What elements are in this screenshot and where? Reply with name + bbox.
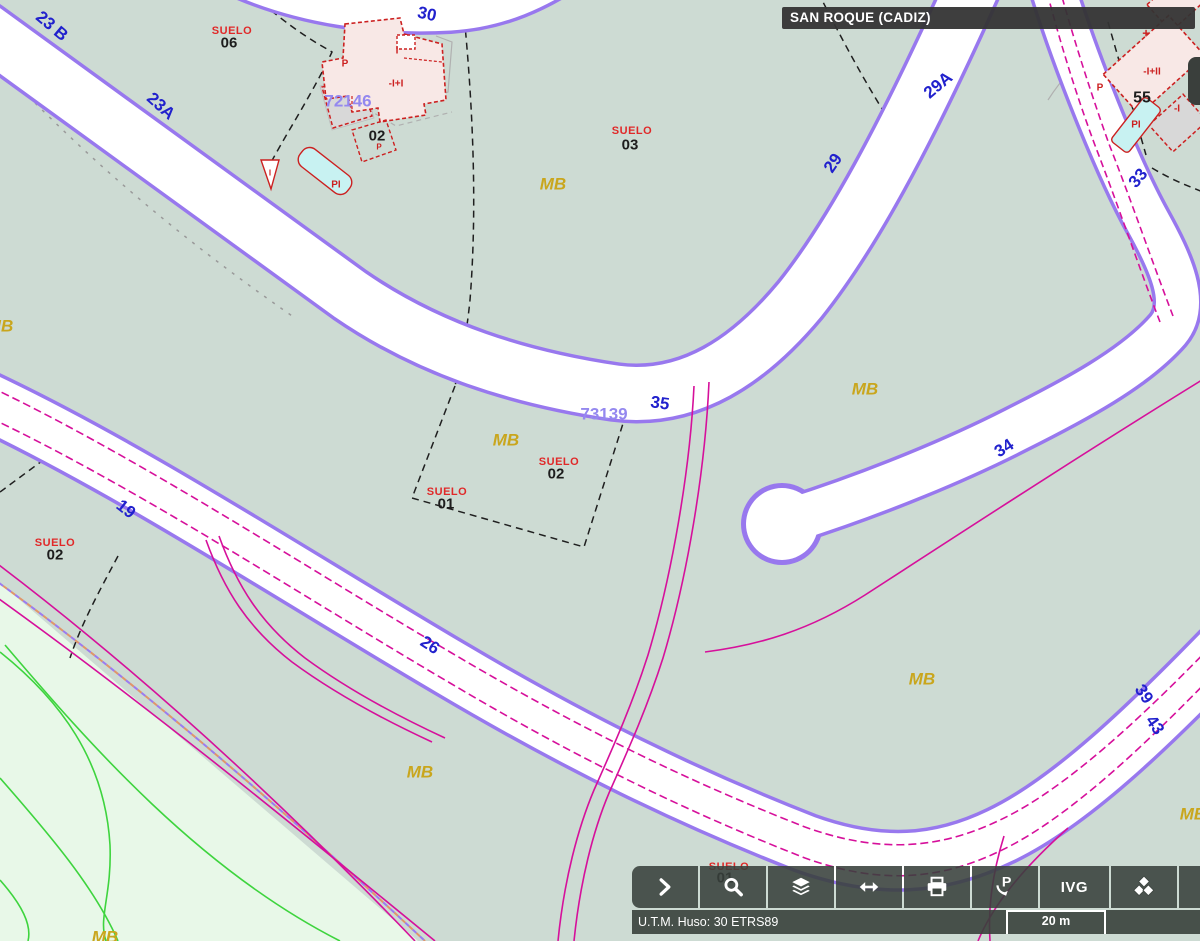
map-label-73139: 73139	[580, 405, 627, 424]
expand-tools-button[interactable]	[632, 866, 698, 908]
map-label-02: 02	[548, 466, 565, 483]
ivg-label: IVG	[1061, 879, 1088, 896]
map-label-suelo: SUELO	[612, 125, 652, 137]
svg-text:P: P	[1002, 875, 1011, 890]
map-label-55: 55	[1133, 90, 1151, 107]
parcel-query-button[interactable]: P	[972, 866, 1038, 908]
map-label-mb: MB	[0, 317, 13, 336]
map-label-mb: MB	[407, 763, 433, 782]
map-canvas[interactable]: 23 B23A30SUELO06PI-I+I7214602PIPISUELO03…	[0, 0, 1200, 941]
map-label-06: 06	[221, 35, 238, 52]
map-label--i-ii: -I+II	[1143, 67, 1161, 78]
3d-cartography-button[interactable]	[1111, 866, 1177, 908]
layers-button[interactable]	[768, 866, 834, 908]
map-label-35: 35	[649, 392, 670, 413]
map-label-mb: MB	[92, 928, 118, 941]
map-label-03: 03	[622, 137, 639, 154]
map-label-mb: MB	[540, 175, 566, 194]
map-label-01: 01	[438, 496, 455, 513]
print-button[interactable]	[904, 866, 970, 908]
map-label-p: P	[1097, 83, 1104, 94]
layers-icon	[789, 875, 813, 899]
map-toolbar: P IVG	[632, 866, 1200, 908]
map-label-mb: MB	[493, 431, 519, 450]
map-label-pi: PI	[331, 180, 341, 191]
map-label-p: P	[342, 59, 349, 70]
toolbar-overflow-button[interactable]	[1179, 866, 1200, 908]
chevron-right-icon	[653, 875, 677, 899]
building-notch	[397, 35, 415, 49]
map-label-mb: MB	[852, 380, 878, 399]
municipality-title: SAN ROQUE (CADIZ)	[790, 10, 931, 25]
cubes-icon	[1132, 875, 1156, 899]
parcel-pointer-icon: P	[993, 875, 1017, 899]
map-label--i: -I	[1174, 104, 1180, 115]
utm-projection-label: U.T.M. Huso: 30 ETRS89	[632, 910, 1200, 934]
map-label--i-i: -I+I	[389, 79, 404, 90]
status-bar: U.T.M. Huso: 30 ETRS89 20 m	[632, 910, 1200, 934]
horizontal-extent-button[interactable]	[836, 866, 902, 908]
map-label-i: I	[269, 169, 271, 178]
map-label-i: I	[396, 46, 399, 57]
map-label-mb: MB	[909, 670, 935, 689]
map-label-30: 30	[416, 3, 438, 26]
map-label-72146: 72146	[324, 92, 371, 111]
horizontal-arrows-icon	[857, 875, 881, 899]
map-label-pi: PI	[1131, 120, 1141, 131]
municipality-title-bar: SAN ROQUE (CADIZ)	[782, 7, 1195, 29]
ivg-button[interactable]: IVG	[1040, 866, 1109, 908]
zoom-search-button[interactable]	[700, 866, 766, 908]
magnifier-icon	[721, 875, 745, 899]
catastro-map-viewer: 23 B23A30SUELO06PI-I+I7214602PIPISUELO03…	[0, 0, 1200, 941]
printer-icon	[925, 875, 949, 899]
scale-bar: 20 m	[1006, 910, 1106, 934]
scale-value: 20 m	[1042, 914, 1071, 928]
side-panel-handle[interactable]	[1188, 57, 1200, 105]
map-label-p: P	[376, 143, 382, 152]
map-label-mb: MB	[1180, 805, 1200, 824]
map-label-02: 02	[47, 547, 64, 564]
